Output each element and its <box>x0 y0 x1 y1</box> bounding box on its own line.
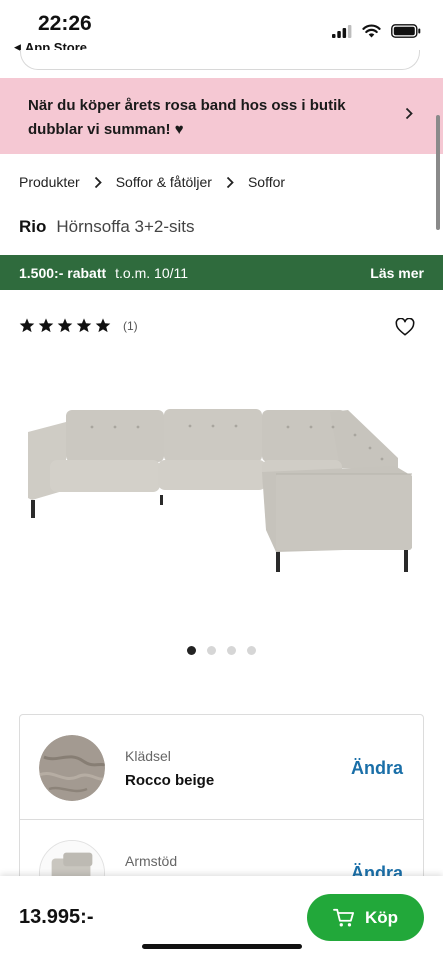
gallery-dot-1[interactable] <box>187 646 196 655</box>
battery-icon <box>391 24 421 38</box>
breadcrumb-sofas-armchairs[interactable]: Soffor & fåtöljer <box>116 174 212 190</box>
chevron-right-icon <box>405 107 413 120</box>
breadcrumb-sofas[interactable]: Soffor <box>248 174 285 190</box>
discount-banner[interactable]: 1.500:- rabatt t.o.m. 10/11 Läs mer <box>0 255 443 290</box>
gallery-pagination <box>0 646 443 655</box>
scroll-indicator <box>436 115 440 230</box>
promo-text: När du köper årets rosa band hos oss i b… <box>28 97 346 138</box>
discount-amount: 1.500:- rabatt <box>19 264 107 281</box>
option-label: Klädsel <box>125 748 171 764</box>
product-brand: Rio <box>19 217 47 236</box>
option-upholstery[interactable]: Klädsel Rocco beige Ändra <box>20 715 423 820</box>
signal-icon <box>332 24 352 38</box>
promo-banner[interactable]: När du köper årets rosa band hos oss i b… <box>0 78 443 154</box>
option-value: Rocco beige <box>125 772 215 789</box>
gallery-dot-4[interactable] <box>247 646 256 655</box>
product-title: Rio Hörnsoffa 3+2-sits <box>19 217 195 237</box>
product-image-sofa[interactable] <box>0 360 443 610</box>
star-icon <box>76 318 92 333</box>
breadcrumb-products[interactable]: Produkter <box>19 174 80 190</box>
star-icon <box>19 318 35 333</box>
rating[interactable]: (1) <box>19 318 138 333</box>
search-bar-edge[interactable] <box>20 50 420 70</box>
buy-button[interactable]: Köp <box>307 894 424 941</box>
gallery-dot-3[interactable] <box>227 646 236 655</box>
wifi-icon <box>362 24 381 38</box>
breadcrumb: Produkter Soffor & fåtöljer Soffor <box>19 174 285 190</box>
fabric-swatch-icon <box>39 735 105 801</box>
rating-count: (1) <box>123 318 138 333</box>
chevron-right-icon <box>226 176 234 189</box>
discount-validity: t.o.m. 10/11 <box>115 264 189 281</box>
product-price: 13.995:- <box>19 906 94 928</box>
heart-icon[interactable] <box>395 318 415 336</box>
cart-icon <box>333 908 354 926</box>
read-more-link[interactable]: Läs mer <box>370 265 424 281</box>
option-label: Armstöd <box>125 853 178 869</box>
system-icons <box>332 24 421 38</box>
purchase-bar: 13.995:- Köp <box>0 876 443 960</box>
change-upholstery-button[interactable]: Ändra <box>351 758 403 779</box>
star-icon <box>38 318 54 333</box>
rating-stars <box>19 318 111 333</box>
chevron-right-icon <box>94 176 102 189</box>
gallery-dot-2[interactable] <box>207 646 216 655</box>
status-time: 22:26 <box>38 12 92 35</box>
home-indicator <box>142 944 302 949</box>
product-model: Hörnsoffa 3+2-sits <box>56 217 195 236</box>
buy-label: Köp <box>364 907 399 927</box>
star-icon <box>57 318 73 333</box>
star-icon <box>95 318 111 333</box>
